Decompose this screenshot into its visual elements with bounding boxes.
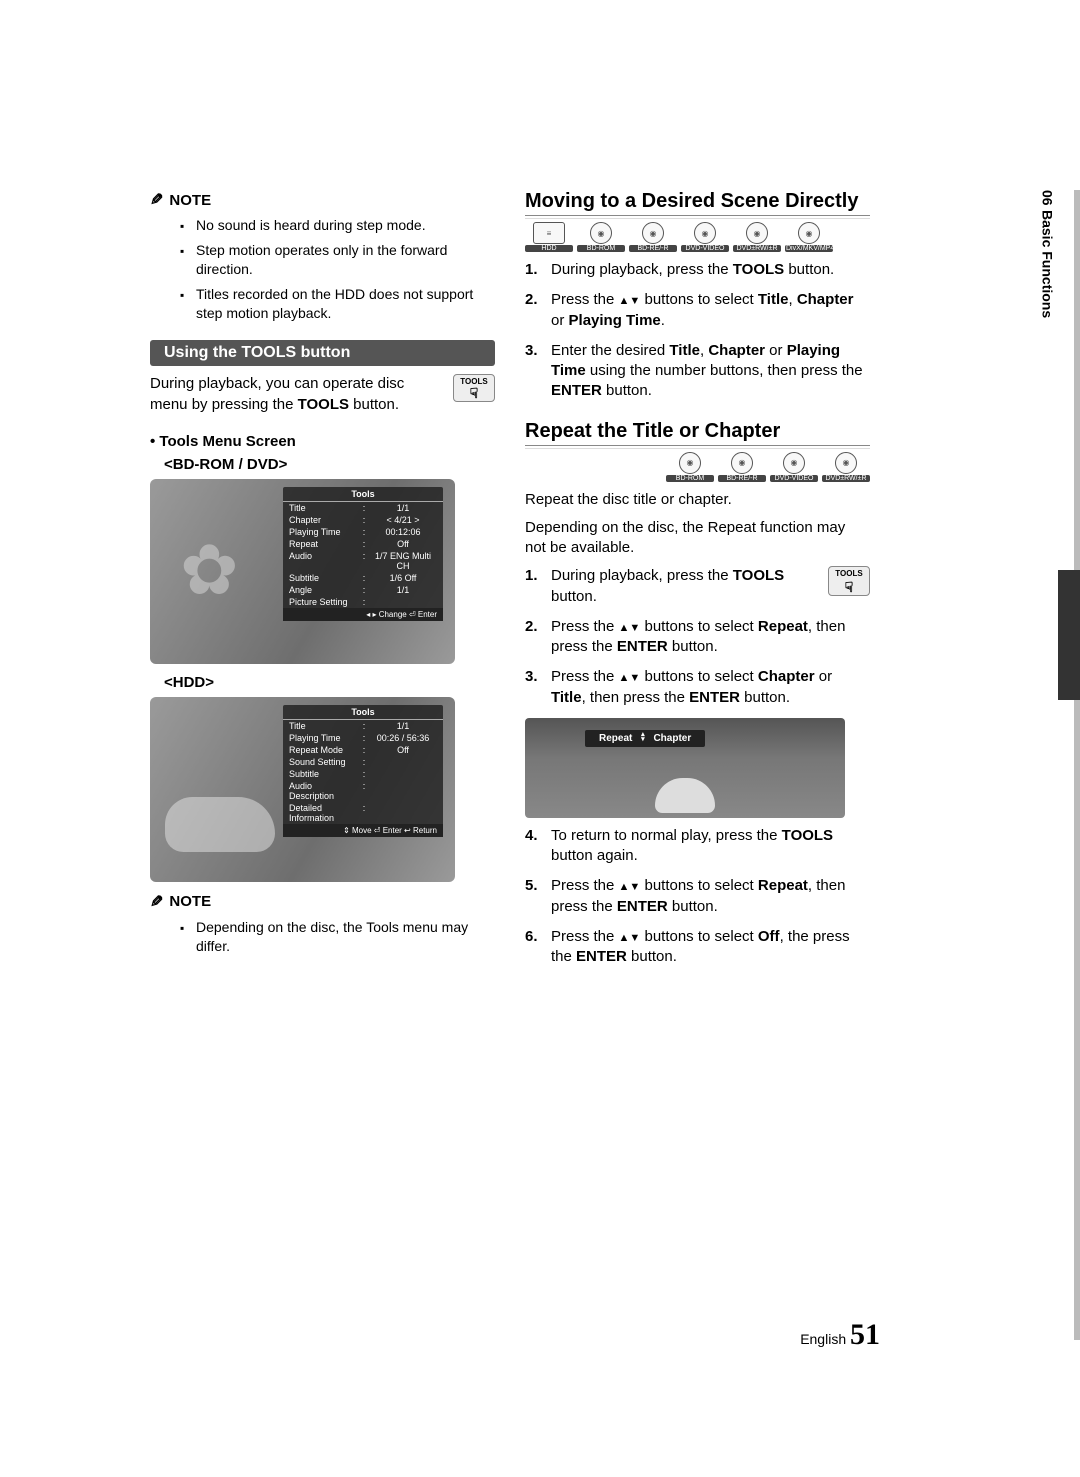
bdrom-dvd-label: <BD-ROM / DVD>	[164, 456, 495, 473]
repeat-osd-bar: Repeat Chapter	[585, 730, 705, 747]
step-item: Enter the desired Title, Chapter or Play…	[525, 341, 870, 402]
footer-language: English	[800, 1331, 846, 1347]
step-item: During playback, press the TOOLS button.	[525, 260, 870, 280]
tools-panel: Tools Title:1/1Playing Time:00:26 / 56:3…	[283, 705, 443, 837]
note-list: Depending on the disc, the Tools menu ma…	[180, 918, 495, 956]
hand-icon: ☟	[454, 386, 494, 400]
tools-panel-row: Audio Description:	[283, 780, 443, 802]
chapter-title: Basic Functions	[1040, 210, 1056, 318]
disc-compat-icon: ◉DVD±RW/±R	[822, 452, 870, 482]
note-item: Titles recorded on the HDD does not supp…	[180, 285, 495, 323]
repeat-intro-1: Repeat the disc title or chapter.	[525, 490, 870, 510]
tools-intro: During playback, you can operate disc me…	[150, 374, 495, 415]
chapter-number: 06	[1040, 190, 1056, 206]
page-footer: English 51	[800, 1318, 880, 1352]
tools-panel-footer: ⇕ Move ⏎ Enter ↩ Return	[283, 824, 443, 837]
tools-panel-row: Title:1/1	[283, 502, 443, 514]
step-item: Press the buttons to select Title, Chapt…	[525, 290, 870, 331]
hdd-label: <HDD>	[164, 674, 495, 691]
step-item: Press the buttons to select Repeat, then…	[525, 876, 870, 917]
repeat-osd-label: Repeat	[599, 733, 632, 744]
repeat-osd-screenshot: Repeat Chapter	[525, 718, 845, 818]
tools-panel-footer: ◂ ▸ Change ⏎ Enter	[283, 608, 443, 621]
tools-panel-row: Audio:1/7 ENG Multi CH	[283, 550, 443, 572]
disc-compat-icon: ◉BD-RE/-R	[629, 222, 677, 252]
tools-menu-screen-heading: Tools Menu Screen	[150, 433, 495, 450]
tools-panel-row: Repeat Mode:Off	[283, 744, 443, 756]
repeat-osd-value: Chapter	[653, 733, 691, 744]
step-item: Press the buttons to select Off, the pre…	[525, 927, 870, 968]
step-item: Press the buttons to select Repeat, then…	[525, 617, 870, 658]
note-heading: NOTE	[150, 190, 495, 210]
note-item: Depending on the disc, the Tools menu ma…	[180, 918, 495, 956]
disc-compat-icon: ◉DVD-VIDEO	[681, 222, 729, 252]
steps-list: During playback, press the TOOLS button.…	[525, 260, 870, 402]
tools-panel-row: Sound Setting:	[283, 756, 443, 768]
heading-repeat: Repeat the Title or Chapter	[525, 420, 870, 446]
page-number: 51	[850, 1318, 880, 1351]
disc-compat-icon: ◉BD-ROM	[577, 222, 625, 252]
steps-list: To return to normal play, press the TOOL…	[525, 826, 870, 968]
note-item: No sound is heard during step mode.	[180, 216, 495, 235]
tools-panel-title: Tools	[283, 705, 443, 720]
tools-button-illustration: TOOLS ☟	[453, 374, 495, 402]
disc-compat-row: ≡HDD◉BD-ROM◉BD-RE/-R◉DVD-VIDEO◉DVD±RW/±R…	[525, 222, 870, 252]
tools-panel-row: Subtitle:1/6 Off	[283, 572, 443, 584]
disc-compat-row: ◉BD-ROM◉BD-RE/-R◉DVD-VIDEO◉DVD±RW/±R	[525, 452, 870, 482]
disc-compat-icon: ◉DivX/MKV/MP4	[785, 222, 833, 252]
steps-list: TOOLS ☟ During playback, press the TOOLS…	[525, 566, 870, 708]
tools-panel-row: Chapter:< 4/21 >	[283, 514, 443, 526]
note-label-text: NOTE	[169, 192, 211, 209]
disc-compat-icon: ◉DVD±RW/±R	[733, 222, 781, 252]
up-down-arrow-icon	[619, 618, 641, 635]
note-label-text: NOTE	[169, 893, 211, 910]
tools-panel-row: Detailed Information:	[283, 802, 443, 824]
tools-panel-row: Title:1/1	[283, 720, 443, 732]
step-item: To return to normal play, press the TOOL…	[525, 826, 870, 867]
tools-panel-row: Playing Time:00:12:06	[283, 526, 443, 538]
up-down-arrow-icon	[641, 733, 645, 743]
tools-panel-row: Angle:1/1	[283, 584, 443, 596]
disc-compat-icon: ◉BD-ROM	[666, 452, 714, 482]
up-down-arrow-icon	[619, 668, 641, 685]
heading-moving-scene: Moving to a Desired Scene Directly	[525, 190, 870, 216]
disc-compat-icon: ◉DVD-VIDEO	[770, 452, 818, 482]
tools-panel-row: Picture Setting:	[283, 596, 443, 608]
step-item: Press the buttons to select Chapter or T…	[525, 667, 870, 708]
remote-illustration	[655, 778, 715, 813]
chapter-tab: 06 Basic Functions	[1015, 190, 1080, 318]
pencil-icon	[150, 190, 163, 210]
tools-menu-screenshot-hdd: Tools Title:1/1Playing Time:00:26 / 56:3…	[150, 697, 455, 882]
tools-menu-screenshot-bd: Tools Title:1/1Chapter:< 4/21 >Playing T…	[150, 479, 455, 664]
tools-panel-row: Playing Time:00:26 / 56:36	[283, 732, 443, 744]
tools-panel-row: Repeat:Off	[283, 538, 443, 550]
note-heading: NOTE	[150, 892, 495, 912]
tools-panel-title: Tools	[283, 487, 443, 502]
up-down-arrow-icon	[619, 877, 641, 894]
tools-panel: Tools Title:1/1Chapter:< 4/21 >Playing T…	[283, 487, 443, 621]
section-bar-tools: Using the TOOLS button	[150, 340, 495, 366]
hand-icon: ☟	[829, 580, 869, 594]
tools-panel-row: Subtitle:	[283, 768, 443, 780]
disc-compat-icon: ◉BD-RE/-R	[718, 452, 766, 482]
repeat-intro-2: Depending on the disc, the Repeat functi…	[525, 518, 870, 559]
step-item: TOOLS ☟ During playback, press the TOOLS…	[525, 566, 870, 607]
note-item: Step motion operates only in the forward…	[180, 241, 495, 279]
note-list: No sound is heard during step mode. Step …	[180, 216, 495, 322]
side-stripe	[1074, 190, 1080, 1340]
disc-compat-icon: ≡HDD	[525, 222, 573, 252]
tools-button-illustration: TOOLS ☟	[828, 566, 870, 596]
thumb-index-marker	[1058, 570, 1080, 700]
pencil-icon	[150, 892, 163, 912]
up-down-arrow-icon	[619, 928, 641, 945]
up-down-arrow-icon	[619, 291, 641, 308]
